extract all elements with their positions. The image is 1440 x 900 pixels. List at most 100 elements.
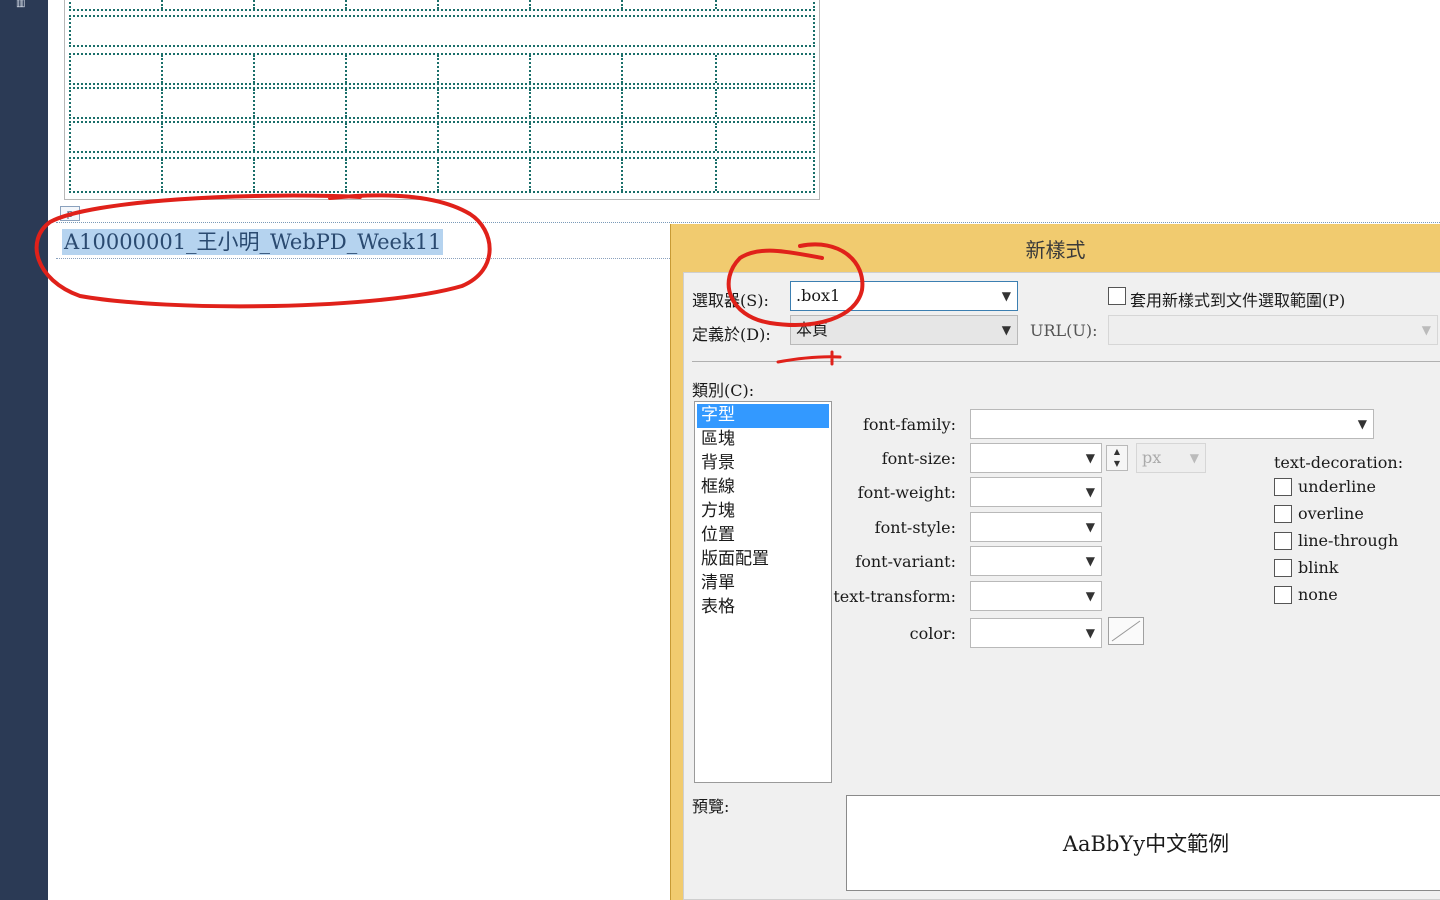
chevron-down-icon[interactable]: ▼ [1358, 410, 1367, 438]
color-picker-button[interactable] [1108, 617, 1144, 645]
chevron-down-icon[interactable]: ▼ [1086, 478, 1095, 506]
font-variant-combo[interactable]: ▼ [970, 546, 1102, 576]
font-size-label: font-size: [881, 449, 956, 468]
category-item-position[interactable]: 位置 [697, 524, 829, 548]
selector-combo[interactable]: .box1 ▼ [790, 281, 1018, 311]
left-sidebar: ▥ [0, 0, 48, 900]
line-through-label: line-through [1298, 531, 1399, 550]
underline-checkbox[interactable] [1274, 478, 1292, 496]
table-cell [529, 159, 531, 191]
font-family-combo[interactable]: ▼ [970, 409, 1374, 439]
table-cell [345, 55, 347, 83]
define-in-value: 本頁 [796, 320, 829, 339]
font-size-combo[interactable]: ▼ [970, 443, 1102, 473]
table-cell [621, 55, 623, 83]
table-cell [621, 159, 623, 191]
font-style-combo[interactable]: ▼ [970, 512, 1102, 542]
category-label: 類別(C): [692, 381, 755, 400]
category-item-table[interactable]: 表格 [697, 596, 829, 620]
toolbox-icon[interactable]: ▥ [16, 0, 34, 9]
category-item-layout[interactable]: 版面配置 [697, 548, 829, 572]
table-cell [715, 123, 717, 151]
design-table[interactable] [64, 0, 820, 200]
preview-text: AaBbYy中文範例 [1062, 832, 1230, 856]
table-cell [161, 55, 163, 83]
underline-label: underline [1298, 477, 1376, 496]
table-cell [253, 0, 255, 9]
chevron-down-icon[interactable]: ▼ [1086, 547, 1095, 575]
overline-checkbox[interactable] [1274, 505, 1292, 523]
category-item-block[interactable]: 區塊 [697, 428, 829, 452]
table-cell [161, 123, 163, 151]
paragraph-tag[interactable]: p [60, 206, 80, 221]
table-cell [161, 0, 163, 9]
chevron-down-icon[interactable]: ▼ [1190, 444, 1199, 472]
table-cell [621, 0, 623, 9]
table-cell [253, 89, 255, 117]
table-row [69, 87, 815, 119]
text-transform-combo[interactable]: ▼ [970, 581, 1102, 611]
font-family-label: font-family: [863, 415, 956, 434]
dialog-body: 選取器(S): .box1 ▼ 套用新樣式到文件選取範圍(P) 定義於(D): … [683, 272, 1440, 900]
text-decoration-label: text-decoration: [1274, 453, 1404, 472]
table-row [69, 15, 815, 47]
table-cell [715, 55, 717, 83]
chevron-down-icon[interactable]: ▼ [1422, 316, 1431, 344]
chevron-down-icon[interactable]: ▼ [1002, 282, 1011, 310]
category-list[interactable]: 字型 區塊 背景 框線 方塊 位置 版面配置 清單 表格 [694, 401, 832, 783]
selected-text[interactable]: A10000001_王小明_WebPD_Week11 [62, 229, 444, 255]
table-cell [253, 159, 255, 191]
table-cell [529, 0, 531, 9]
table-row [69, 121, 815, 153]
color-label: color: [909, 624, 956, 643]
color-combo[interactable]: ▼ [970, 618, 1102, 648]
blink-checkbox[interactable] [1274, 559, 1292, 577]
category-item-border[interactable]: 框線 [697, 476, 829, 500]
table-cell [253, 123, 255, 151]
paragraph-boundary [56, 258, 676, 259]
define-in-combo[interactable]: 本頁 ▼ [790, 315, 1018, 345]
table-cell [529, 123, 531, 151]
table-cell [345, 0, 347, 9]
table-cell [345, 89, 347, 117]
chevron-down-icon[interactable]: ▼ [1086, 619, 1095, 647]
new-style-dialog[interactable]: 新樣式 選取器(S): .box1 ▼ 套用新樣式到文件選取範圍(P) 定義於(… [670, 224, 1440, 900]
table-row [69, 0, 815, 11]
table-row [69, 53, 815, 85]
chevron-down-icon[interactable]: ▼ [1086, 582, 1095, 610]
blink-label: blink [1298, 558, 1339, 577]
overline-label: overline [1298, 504, 1364, 523]
font-size-spinner[interactable]: ▲ ▼ [1106, 445, 1128, 471]
chevron-down-icon[interactable]: ▼ [1086, 513, 1095, 541]
apply-new-style-label: 套用新樣式到文件選取範圍(P) [1130, 291, 1346, 310]
category-item-font[interactable]: 字型 [697, 404, 829, 428]
line-through-checkbox[interactable] [1274, 532, 1292, 550]
url-combo[interactable]: ▼ [1108, 315, 1438, 345]
font-weight-combo[interactable]: ▼ [970, 477, 1102, 507]
element-boundary [56, 222, 1440, 223]
table-cell [437, 159, 439, 191]
table-cell [161, 159, 163, 191]
table-cell [715, 89, 717, 117]
dialog-title: 新樣式 [1025, 238, 1086, 262]
table-cell [437, 89, 439, 117]
font-size-unit-combo[interactable]: px ▼ [1136, 443, 1206, 473]
url-label: URL(U): [1030, 321, 1098, 340]
chevron-down-icon[interactable]: ▼ [1086, 444, 1095, 472]
no-color-swatch-icon [1111, 620, 1141, 642]
apply-new-style-checkbox[interactable] [1108, 287, 1126, 305]
category-item-background[interactable]: 背景 [697, 452, 829, 476]
table-cell [345, 159, 347, 191]
chevron-down-icon[interactable]: ▼ [1002, 316, 1011, 344]
table-cell [437, 123, 439, 151]
category-item-box[interactable]: 方塊 [697, 500, 829, 524]
dialog-divider [692, 361, 1440, 362]
define-in-label: 定義於(D): [692, 325, 771, 344]
table-cell [161, 89, 163, 117]
none-checkbox[interactable] [1274, 586, 1292, 604]
category-item-list[interactable]: 清單 [697, 572, 829, 596]
table-cell [345, 123, 347, 151]
table-cell [529, 55, 531, 83]
selector-value: .box1 [796, 286, 841, 305]
font-style-label: font-style: [874, 518, 956, 537]
